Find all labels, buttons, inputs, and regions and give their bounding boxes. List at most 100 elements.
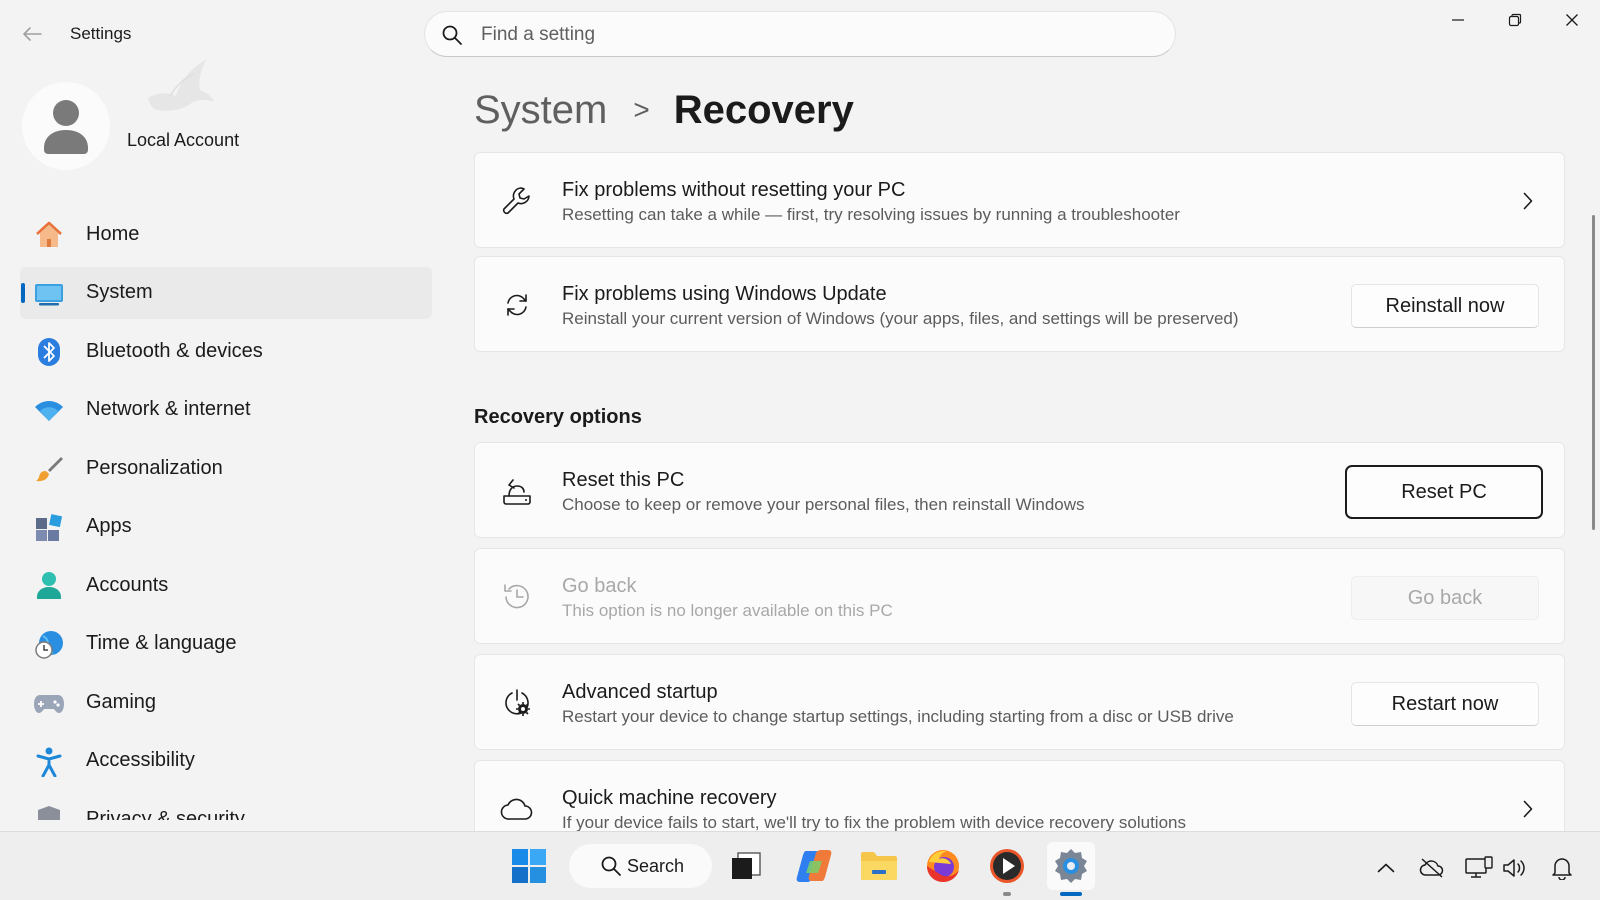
reset-pc-button[interactable]: Reset PC	[1345, 465, 1543, 519]
volume-icon	[1503, 859, 1525, 877]
reinstall-now-button[interactable]: Reinstall now	[1351, 284, 1539, 328]
sidebar-item-label: Home	[86, 222, 140, 245]
fix-without-reset-card[interactable]: Fix problems without resetting your PC R…	[474, 152, 1565, 248]
globe-clock-icon	[34, 630, 64, 660]
onedrive-status-button[interactable]	[1418, 854, 1446, 882]
card-description: This option is no longer available on th…	[562, 601, 893, 620]
breadcrumb-separator: >	[633, 94, 650, 125]
bluetooth-icon	[34, 337, 64, 367]
start-button[interactable]	[505, 842, 553, 890]
show-hidden-icons-button[interactable]	[1372, 854, 1400, 882]
power-gear-icon	[499, 685, 535, 721]
settings-search-box[interactable]	[424, 11, 1176, 57]
settings-taskbar-button[interactable]	[1047, 842, 1095, 896]
chevron-up-icon	[1377, 863, 1395, 873]
cloud-icon	[499, 791, 535, 827]
sidebar-item-time-language[interactable]: Time & language	[20, 618, 432, 670]
sidebar-item-privacy-security[interactable]: Privacy & security	[20, 793, 432, 820]
sidebar-item-label: Accessibility	[86, 749, 195, 771]
sidebar-item-accounts[interactable]: Accounts	[20, 559, 432, 611]
wrench-icon	[499, 183, 535, 219]
go-back-card: Go back This option is no longer availab…	[474, 548, 1565, 644]
person-icon	[34, 571, 64, 601]
gamepad-icon	[34, 688, 64, 718]
search-input[interactable]	[481, 20, 1141, 50]
dove-watermark-icon	[148, 60, 214, 111]
sidebar-item-personalization[interactable]: Personalization	[20, 442, 432, 494]
taskbar-search-label: Search	[627, 855, 685, 876]
network-status-button[interactable]	[1465, 854, 1493, 882]
windows-update-card: Fix problems using Windows Update Reinst…	[474, 256, 1565, 352]
scrollbar-thumb[interactable]	[1592, 215, 1595, 530]
sidebar-item-accessibility[interactable]: Accessibility	[20, 735, 432, 787]
close-icon	[1566, 14, 1578, 26]
sidebar-item-label: System	[86, 281, 153, 303]
notification-bell-icon	[1552, 858, 1572, 880]
avatar[interactable]	[22, 82, 110, 170]
advanced-startup-card: Advanced startup Restart your device to …	[474, 654, 1565, 750]
shield-icon	[34, 805, 64, 820]
card-description: Resetting can take a while — first, try …	[562, 205, 1180, 224]
breadcrumb-parent[interactable]: System	[474, 88, 607, 133]
card-title: Fix problems without resetting your PC	[562, 179, 906, 201]
breadcrumb: System > Recovery	[474, 82, 854, 138]
card-description: Restart your device to change startup se…	[562, 707, 1234, 726]
main-content: Fix problems without resetting your PC R…	[474, 150, 1566, 831]
file-explorer-button[interactable]	[855, 842, 903, 890]
reset-pc-card: Reset this PC Choose to keep or remove y…	[474, 442, 1565, 538]
sidebar-item-bluetooth[interactable]: Bluetooth & devices	[20, 325, 432, 377]
sidebar-item-network[interactable]: Network & internet	[20, 384, 432, 436]
title-bar: Settings	[0, 0, 1600, 70]
sidebar-item-label: Gaming	[86, 690, 157, 713]
media-player-button[interactable]	[983, 842, 1031, 896]
sidebar-item-apps[interactable]: Apps	[20, 501, 432, 553]
minimize-icon	[1452, 19, 1464, 21]
card-description: If your device fails to start, we'll try…	[562, 813, 1186, 831]
firefox-icon	[927, 850, 959, 882]
card-title: Reset this PC	[562, 469, 685, 491]
chevron-right-icon	[1518, 189, 1538, 213]
brush-icon	[34, 454, 64, 484]
cloud-offline-icon	[1419, 858, 1444, 878]
firefox-button[interactable]	[919, 842, 967, 890]
sidebar-item-home[interactable]: Home	[20, 208, 432, 260]
notifications-button[interactable]	[1548, 854, 1576, 882]
task-view-button[interactable]	[722, 842, 770, 890]
volume-button[interactable]	[1501, 854, 1529, 882]
copilot-icon	[796, 850, 832, 882]
wifi-icon	[34, 396, 64, 426]
account-name: Local Account	[127, 130, 240, 150]
home-icon	[34, 220, 64, 250]
display-network-icon	[1465, 856, 1493, 878]
card-description: Reinstall your current version of Window…	[562, 309, 1239, 328]
taskbar: Search	[0, 831, 1600, 900]
restore-button[interactable]	[1487, 4, 1543, 36]
system-icon	[34, 279, 64, 309]
minimize-button[interactable]	[1430, 4, 1486, 36]
back-button[interactable]	[18, 20, 46, 48]
running-indicator	[1003, 892, 1011, 896]
card-title: Go back	[562, 575, 637, 597]
apps-icon	[34, 513, 64, 543]
copilot-button[interactable]	[790, 842, 838, 890]
settings-icon	[1055, 849, 1087, 883]
history-icon	[499, 579, 535, 615]
taskbar-search[interactable]: Search	[569, 844, 712, 888]
card-title: Advanced startup	[562, 681, 718, 703]
sync-icon	[499, 287, 535, 323]
reset-pc-icon	[499, 473, 535, 509]
sidebar-item-system[interactable]: System	[20, 266, 432, 319]
restart-now-button[interactable]: Restart now	[1351, 682, 1539, 726]
sidebar-item-label: Bluetooth & devices	[86, 339, 263, 362]
card-description: Choose to keep or remove your personal f…	[562, 495, 1085, 514]
quick-machine-recovery-card[interactable]: Quick machine recovery If your device fa…	[474, 760, 1565, 831]
accessibility-icon	[34, 747, 64, 777]
sidebar-item-gaming[interactable]: Gaming	[20, 676, 432, 728]
go-back-button: Go back	[1351, 576, 1539, 620]
page-title: Recovery	[673, 87, 854, 132]
close-button[interactable]	[1544, 4, 1600, 36]
restore-icon	[1508, 13, 1522, 27]
sidebar-item-label: Time & language	[86, 632, 237, 654]
sidebar-item-label: Privacy & security	[86, 807, 245, 821]
search-icon	[442, 25, 462, 45]
